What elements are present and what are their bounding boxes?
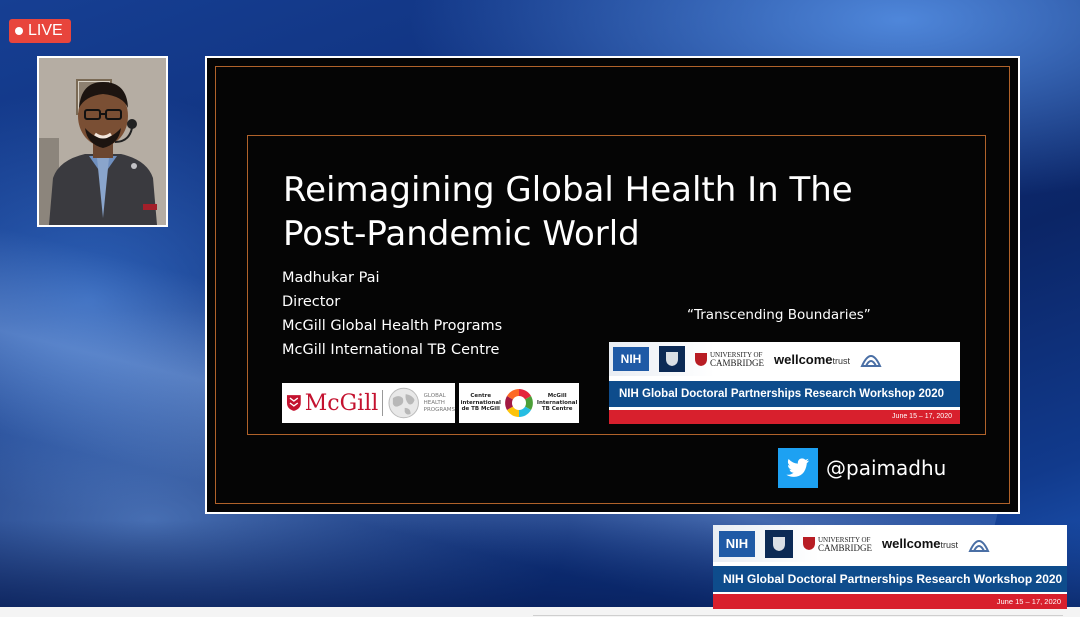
presenter-role: Director	[282, 294, 341, 310]
corner-nr-logo-icon	[968, 539, 990, 552]
bottom-divider	[533, 615, 1063, 616]
live-badge: LIVE	[9, 19, 71, 43]
slide-title: Reimagining Global Health In The Post-Pa…	[283, 168, 923, 256]
slide-workshop-banner: NIH UNIVERSITY OF CAMBRIDGE wellcometrus…	[609, 342, 960, 424]
oxford-crest-icon	[659, 346, 685, 372]
cambridge-shield-icon	[695, 352, 707, 366]
corner-cambridge-shield-icon	[803, 537, 815, 550]
workshop-dates: June 15 – 17, 2020	[609, 410, 960, 424]
tb-left-line-3: de TB McGill	[461, 406, 500, 413]
corner-sponsor-logos-row: NIH UNIVERSITY OF CAMBRIDGE wellcometrus…	[713, 525, 1067, 562]
wellcome-trust-logo: wellcometrust	[774, 352, 850, 367]
corner-oxford-crest-icon	[765, 529, 793, 558]
presenter-video-image	[39, 58, 166, 225]
cambridge-logo: UNIVERSITY OF CAMBRIDGE	[695, 351, 765, 368]
nr-logo	[860, 350, 882, 368]
live-label: LIVE	[28, 22, 63, 39]
presenter-info: Madhukar Pai Director McGill Global Heal…	[282, 266, 502, 362]
corner-cambridge-logo: UNIVERSITY OF CAMBRIDGE	[803, 536, 872, 552]
sdg-wheel-icon	[505, 389, 533, 417]
twitter-handle: @paimadhu	[826, 456, 947, 480]
presentation-slide: Reimagining Global Health In The Post-Pa…	[205, 56, 1020, 514]
tb-right-line-3: TB Centre	[541, 406, 573, 413]
cambridge-line-2: CAMBRIDGE	[710, 358, 765, 368]
corner-nih-logo: NIH	[719, 530, 755, 557]
mcgill-ghp-logo: McGill GLOBAL HEALTH PROGRAMS	[282, 383, 455, 423]
nr-logo-icon	[860, 355, 882, 367]
mcgill-tb-centre-logo: Centre international de TB McGill McGill…	[459, 383, 579, 423]
corner-cambridge-line-2: CAMBRIDGE	[818, 542, 873, 553]
presenter-name: Madhukar Pai	[282, 270, 380, 286]
presenter-video-feed[interactable]	[37, 56, 168, 227]
ghp-line-1: GLOBAL	[423, 392, 446, 399]
slide-tagline: “Transcending Boundaries”	[687, 307, 871, 323]
corner-trust-word: trust	[940, 540, 959, 550]
corner-wellcome-trust-logo: wellcometrust	[882, 536, 958, 551]
globe-icon	[388, 387, 420, 419]
corner-wellcome-word: wellcome	[882, 536, 941, 551]
tb-centre-english: McGill International TB Centre	[537, 393, 577, 413]
corner-workshop-title: NIH Global Doctoral Partnerships Researc…	[713, 566, 1067, 592]
tb-centre-french: Centre international de TB McGill	[461, 393, 501, 413]
logo-separator	[382, 390, 384, 416]
ghp-text: GLOBAL HEALTH PROGRAMS	[424, 393, 455, 414]
twitter-handle-block: @paimadhu	[778, 447, 946, 489]
corner-workshop-dates: June 15 – 17, 2020	[713, 594, 1067, 609]
nih-logo: NIH	[613, 347, 649, 371]
corner-nr-logo	[968, 535, 990, 553]
twitter-bird-icon	[778, 448, 818, 488]
corner-workshop-banner: NIH UNIVERSITY OF CAMBRIDGE wellcometrus…	[713, 525, 1067, 609]
presenter-org-2: McGill International TB Centre	[282, 342, 500, 358]
presenter-org-1: McGill Global Health Programs	[282, 318, 503, 334]
ghp-line-3: PROGRAMS	[423, 406, 455, 413]
slide-title-line2: Post-Pandemic World	[283, 214, 640, 254]
ghp-line-2: HEALTH	[423, 399, 445, 406]
mcgill-shield-icon	[286, 395, 301, 411]
trust-word: trust	[832, 355, 851, 366]
workshop-title: NIH Global Doctoral Partnerships Researc…	[609, 381, 960, 407]
slide-title-line1: Reimagining Global Health In The	[283, 170, 853, 210]
live-dot-icon	[15, 27, 23, 35]
wellcome-word: wellcome	[774, 351, 833, 367]
sponsor-logos-row: NIH UNIVERSITY OF CAMBRIDGE wellcometrus…	[609, 342, 960, 376]
mcgill-wordmark: McGill	[304, 390, 379, 416]
